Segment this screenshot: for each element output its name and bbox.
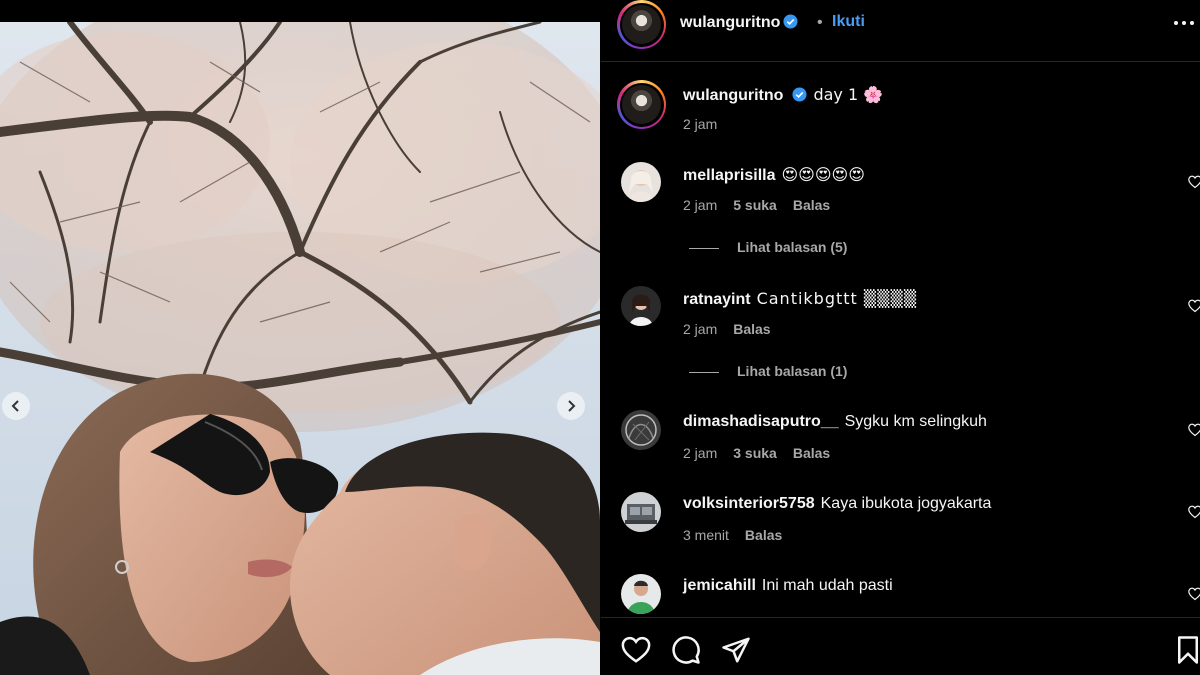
comment-meta: 2 jam 3 suka Balas [683, 445, 846, 461]
view-replies-button[interactable]: Lihat balasan (1) [689, 363, 847, 379]
caption-time: 2 jam [683, 116, 718, 132]
post-photo-area [0, 0, 600, 675]
comment-text: dimashadisaputro__ Sygku km selingkuh [683, 413, 987, 431]
carousel-prev-button[interactable] [2, 392, 30, 420]
heart-icon[interactable] [1188, 505, 1200, 519]
heart-icon[interactable] [621, 635, 651, 665]
commenter-username[interactable]: volksinterior5758 [683, 495, 815, 512]
comment-likes[interactable]: 5 suka [733, 197, 777, 213]
comments-panel: wulanguritno • Ikuti wulanguritno day 1 🌸… [601, 0, 1200, 675]
commenter-username[interactable]: ratnayint [683, 291, 751, 308]
comment-text: mellaprisilla 😍😍😍😍😍 [683, 165, 865, 185]
view-replies-button[interactable]: Lihat balasan (5) [689, 239, 847, 255]
commenter-avatar[interactable] [621, 574, 661, 614]
share-icon[interactable] [721, 635, 751, 665]
comment-body: 😍😍😍😍😍 [781, 165, 865, 184]
comment-body: Kaya ibukota jogyakarta [820, 495, 992, 512]
commenter-avatar[interactable] [621, 286, 661, 326]
reply-button[interactable]: Balas [793, 197, 830, 213]
commenter-username[interactable]: jemicahill [683, 577, 756, 594]
commenter-avatar[interactable] [621, 492, 661, 532]
follow-button[interactable]: Ikuti [832, 13, 865, 31]
comment-likes[interactable]: 3 suka [733, 445, 777, 461]
chevron-left-icon [11, 400, 19, 412]
commenter-avatar[interactable] [621, 162, 661, 202]
comment-meta: 2 jam Balas [683, 321, 787, 337]
reply-button[interactable]: Balas [793, 445, 830, 461]
comment-body: Sygku km selingkuh [844, 413, 987, 430]
bookmark-icon[interactable] [1173, 635, 1200, 665]
comment-icon[interactable] [671, 635, 701, 665]
caption-username[interactable]: wulanguritno [683, 87, 783, 104]
view-replies-label: Lihat balasan (5) [737, 239, 848, 255]
heart-icon[interactable] [1188, 299, 1200, 313]
comment-meta: 2 jam 5 suka Balas [683, 197, 846, 213]
chevron-right-icon [568, 400, 576, 412]
author-avatar[interactable] [617, 0, 666, 49]
comment-time: 2 jam [683, 321, 718, 337]
comment-text: ratnayint Cantikbgttt ▒▒▒▒ [683, 289, 917, 309]
caption: wulanguritno day 1 🌸 [683, 85, 883, 105]
photo-top-border [0, 0, 600, 22]
replies-divider [689, 371, 719, 373]
view-replies-label: Lihat balasan (1) [737, 363, 848, 379]
author-name-block[interactable]: wulanguritno [680, 14, 798, 32]
caption-text: day 1 🌸 [813, 85, 884, 104]
heart-icon[interactable] [1188, 587, 1200, 601]
post-header: wulanguritno • Ikuti [601, 0, 1200, 62]
comment-time: 2 jam [683, 197, 718, 213]
comment-text: volksinterior5758 Kaya ibukota jogyakarta [683, 495, 991, 513]
comment-time: 3 menit [683, 527, 729, 543]
carousel-next-button[interactable] [557, 392, 585, 420]
verified-badge-icon [792, 87, 807, 102]
reply-button[interactable]: Balas [745, 527, 782, 543]
verified-badge-icon [783, 14, 798, 29]
reply-button[interactable]: Balas [733, 321, 770, 337]
more-options-icon[interactable] [1172, 16, 1196, 30]
post-photo [0, 22, 600, 675]
commenter-avatar[interactable] [621, 410, 661, 450]
comment-meta: 3 menit Balas [683, 527, 798, 543]
comment-body: Ini mah udah pasti [761, 577, 893, 594]
heart-icon[interactable] [1188, 423, 1200, 437]
author-username[interactable]: wulanguritno [680, 14, 780, 31]
commenter-username[interactable]: dimashadisaputro__ [683, 413, 839, 430]
post-actions-bar [601, 617, 1200, 675]
heart-icon[interactable] [1188, 175, 1200, 189]
comment-body: Cantikbgttt ▒▒▒▒ [756, 289, 918, 308]
replies-divider [689, 247, 719, 249]
commenter-username[interactable]: mellaprisilla [683, 167, 776, 184]
caption-meta: 2 jam [683, 116, 733, 132]
comment-time: 2 jam [683, 445, 718, 461]
header-separator: • [817, 14, 823, 31]
comment-text: jemicahill Ini mah udah pasti [683, 577, 893, 595]
caption-author-avatar[interactable] [617, 80, 666, 129]
